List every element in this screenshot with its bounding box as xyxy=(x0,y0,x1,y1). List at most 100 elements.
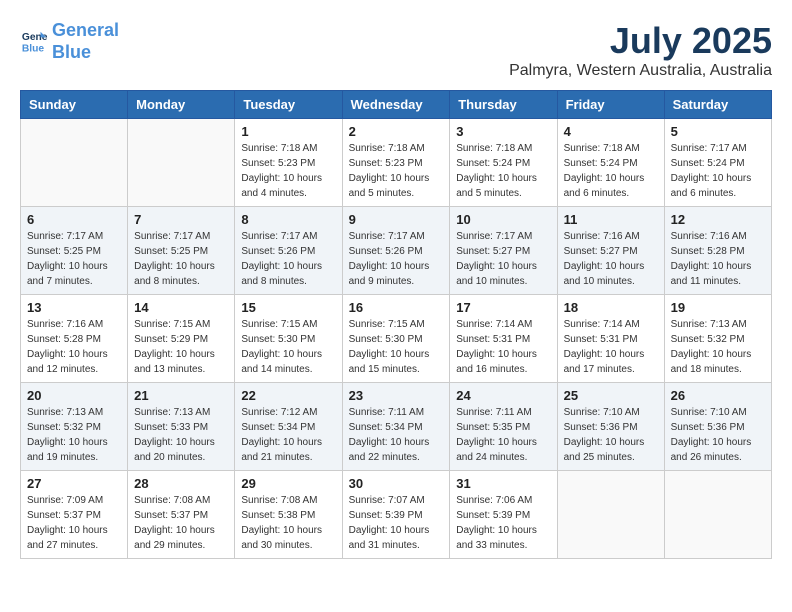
calendar-week-3: 13 Sunrise: 7:16 AMSunset: 5:28 PMDayligh… xyxy=(21,295,772,383)
day-number: 26 xyxy=(671,388,765,403)
calendar-cell: 4 Sunrise: 7:18 AMSunset: 5:24 PMDaylight… xyxy=(557,119,664,207)
day-number: 14 xyxy=(134,300,228,315)
day-info: Sunrise: 7:06 AMSunset: 5:39 PMDaylight:… xyxy=(456,493,550,553)
day-info: Sunrise: 7:13 AMSunset: 5:33 PMDaylight:… xyxy=(134,405,228,465)
calendar-cell: 1Sunrise: 7:18 AMSunset: 5:23 PMDaylight… xyxy=(235,119,342,207)
calendar-cell: 23 Sunrise: 7:11 AMSunset: 5:34 PMDayligh… xyxy=(342,383,450,471)
day-number: 15 xyxy=(241,300,335,315)
day-info: Sunrise: 7:16 AMSunset: 5:28 PMDaylight:… xyxy=(27,317,121,377)
day-info: Sunrise: 7:18 AMSunset: 5:24 PMDaylight:… xyxy=(564,141,658,201)
page-header: General Blue General Blue July 2025 Palm… xyxy=(20,20,772,80)
calendar-cell: 12Sunrise: 7:16 AMSunset: 5:28 PMDayligh… xyxy=(664,207,771,295)
calendar-cell xyxy=(664,471,771,559)
calendar-cell: 16Sunrise: 7:15 AMSunset: 5:30 PMDayligh… xyxy=(342,295,450,383)
day-number: 8 xyxy=(241,212,335,227)
calendar-cell: 31 Sunrise: 7:06 AMSunset: 5:39 PMDayligh… xyxy=(450,471,557,559)
calendar-header-row: SundayMondayTuesdayWednesdayThursdayFrid… xyxy=(21,91,772,119)
day-info: Sunrise: 7:16 AMSunset: 5:27 PMDaylight:… xyxy=(564,229,658,289)
day-number: 17 xyxy=(456,300,550,315)
calendar-cell: 3Sunrise: 7:18 AMSunset: 5:24 PMDaylight… xyxy=(450,119,557,207)
calendar-week-2: 6 Sunrise: 7:17 AMSunset: 5:25 PMDaylight… xyxy=(21,207,772,295)
day-header-monday: Monday xyxy=(128,91,235,119)
day-info: Sunrise: 7:07 AMSunset: 5:39 PMDaylight:… xyxy=(349,493,444,553)
day-number: 20 xyxy=(27,388,121,403)
calendar-cell: 2 Sunrise: 7:18 AMSunset: 5:23 PMDaylight… xyxy=(342,119,450,207)
day-number: 31 xyxy=(456,476,550,491)
day-info: Sunrise: 7:18 AMSunset: 5:24 PMDaylight:… xyxy=(456,141,550,201)
day-info: Sunrise: 7:17 AMSunset: 5:24 PMDaylight:… xyxy=(671,141,765,201)
day-number: 28 xyxy=(134,476,228,491)
day-info: Sunrise: 7:08 AMSunset: 5:37 PMDaylight:… xyxy=(134,493,228,553)
day-header-wednesday: Wednesday xyxy=(342,91,450,119)
calendar-cell: 11 Sunrise: 7:16 AMSunset: 5:27 PMDayligh… xyxy=(557,207,664,295)
calendar-week-5: 27Sunrise: 7:09 AMSunset: 5:37 PMDayligh… xyxy=(21,471,772,559)
calendar-table: SundayMondayTuesdayWednesdayThursdayFrid… xyxy=(20,90,772,559)
calendar-cell xyxy=(557,471,664,559)
calendar-cell: 17 Sunrise: 7:14 AMSunset: 5:31 PMDayligh… xyxy=(450,295,557,383)
calendar-week-1: 1Sunrise: 7:18 AMSunset: 5:23 PMDaylight… xyxy=(21,119,772,207)
day-number: 6 xyxy=(27,212,121,227)
calendar-cell: 29Sunrise: 7:08 AMSunset: 5:38 PMDayligh… xyxy=(235,471,342,559)
day-number: 10 xyxy=(456,212,550,227)
day-header-sunday: Sunday xyxy=(21,91,128,119)
calendar-cell: 21 Sunrise: 7:13 AMSunset: 5:33 PMDayligh… xyxy=(128,383,235,471)
day-info: Sunrise: 7:11 AMSunset: 5:35 PMDaylight:… xyxy=(456,405,550,465)
day-info: Sunrise: 7:18 AMSunset: 5:23 PMDaylight:… xyxy=(241,141,335,201)
day-number: 30 xyxy=(349,476,444,491)
month-title: July 2025 xyxy=(509,20,772,62)
calendar-cell: 18 Sunrise: 7:14 AMSunset: 5:31 PMDayligh… xyxy=(557,295,664,383)
day-info: Sunrise: 7:08 AMSunset: 5:38 PMDaylight:… xyxy=(241,493,335,553)
day-number: 11 xyxy=(564,212,658,227)
day-info: Sunrise: 7:14 AMSunset: 5:31 PMDaylight:… xyxy=(456,317,550,377)
day-number: 7 xyxy=(134,212,228,227)
day-number: 25 xyxy=(564,388,658,403)
day-info: Sunrise: 7:11 AMSunset: 5:34 PMDaylight:… xyxy=(349,405,444,465)
day-info: Sunrise: 7:12 AMSunset: 5:34 PMDaylight:… xyxy=(241,405,335,465)
calendar-cell: 20 Sunrise: 7:13 AMSunset: 5:32 PMDayligh… xyxy=(21,383,128,471)
day-header-friday: Friday xyxy=(557,91,664,119)
calendar-cell: 7 Sunrise: 7:17 AMSunset: 5:25 PMDaylight… xyxy=(128,207,235,295)
day-number: 5 xyxy=(671,124,765,139)
day-number: 19 xyxy=(671,300,765,315)
day-header-saturday: Saturday xyxy=(664,91,771,119)
calendar-cell: 28 Sunrise: 7:08 AMSunset: 5:37 PMDayligh… xyxy=(128,471,235,559)
calendar-cell: 19 Sunrise: 7:13 AMSunset: 5:32 PMDayligh… xyxy=(664,295,771,383)
day-number: 13 xyxy=(27,300,121,315)
calendar-cell: 22 Sunrise: 7:12 AMSunset: 5:34 PMDayligh… xyxy=(235,383,342,471)
svg-text:Blue: Blue xyxy=(22,43,45,54)
day-info: Sunrise: 7:13 AMSunset: 5:32 PMDaylight:… xyxy=(671,317,765,377)
day-info: Sunrise: 7:17 AMSunset: 5:26 PMDaylight:… xyxy=(349,229,444,289)
day-info: Sunrise: 7:10 AMSunset: 5:36 PMDaylight:… xyxy=(671,405,765,465)
day-header-thursday: Thursday xyxy=(450,91,557,119)
day-number: 18 xyxy=(564,300,658,315)
day-info: Sunrise: 7:13 AMSunset: 5:32 PMDaylight:… xyxy=(27,405,121,465)
svg-text:General: General xyxy=(22,32,48,43)
calendar-cell: 8 Sunrise: 7:17 AMSunset: 5:26 PMDaylight… xyxy=(235,207,342,295)
day-info: Sunrise: 7:14 AMSunset: 5:31 PMDaylight:… xyxy=(564,317,658,377)
day-number: 22 xyxy=(241,388,335,403)
day-number: 4 xyxy=(564,124,658,139)
day-number: 9 xyxy=(349,212,444,227)
calendar-cell: 6 Sunrise: 7:17 AMSunset: 5:25 PMDaylight… xyxy=(21,207,128,295)
calendar-cell: 25Sunrise: 7:10 AMSunset: 5:36 PMDayligh… xyxy=(557,383,664,471)
calendar-cell: 15Sunrise: 7:15 AMSunset: 5:30 PMDayligh… xyxy=(235,295,342,383)
day-number: 21 xyxy=(134,388,228,403)
day-info: Sunrise: 7:18 AMSunset: 5:23 PMDaylight:… xyxy=(349,141,444,201)
day-info: Sunrise: 7:17 AMSunset: 5:26 PMDaylight:… xyxy=(241,229,335,289)
day-number: 12 xyxy=(671,212,765,227)
day-info: Sunrise: 7:15 AMSunset: 5:29 PMDaylight:… xyxy=(134,317,228,377)
calendar-cell xyxy=(128,119,235,207)
day-number: 2 xyxy=(349,124,444,139)
calendar-cell: 10Sunrise: 7:17 AMSunset: 5:27 PMDayligh… xyxy=(450,207,557,295)
logo-text: General Blue xyxy=(52,20,119,63)
calendar-cell: 9 Sunrise: 7:17 AMSunset: 5:26 PMDaylight… xyxy=(342,207,450,295)
title-section: July 2025 Palmyra, Western Australia, Au… xyxy=(509,20,772,80)
day-number: 24 xyxy=(456,388,550,403)
day-info: Sunrise: 7:17 AMSunset: 5:25 PMDaylight:… xyxy=(27,229,121,289)
logo: General Blue General Blue xyxy=(20,20,119,63)
day-number: 23 xyxy=(349,388,444,403)
calendar-cell: 13 Sunrise: 7:16 AMSunset: 5:28 PMDayligh… xyxy=(21,295,128,383)
day-number: 27 xyxy=(27,476,121,491)
day-info: Sunrise: 7:17 AMSunset: 5:25 PMDaylight:… xyxy=(134,229,228,289)
location-title: Palmyra, Western Australia, Australia xyxy=(509,62,772,80)
